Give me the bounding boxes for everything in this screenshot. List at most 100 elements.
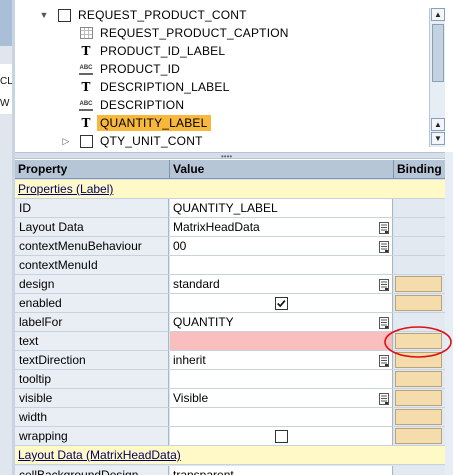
property-name: tooltip: [15, 370, 169, 389]
property-value[interactable]: [170, 294, 393, 313]
property-value[interactable]: standard: [170, 275, 393, 294]
property-name: design: [15, 275, 169, 294]
binding-cell: [394, 237, 445, 256]
binding-cell: [394, 256, 445, 275]
column-header-binding[interactable]: Binding: [394, 160, 445, 179]
property-value[interactable]: Visible: [170, 389, 393, 408]
property-value[interactable]: [170, 370, 393, 389]
section-header[interactable]: Layout Data (MatrixHeadData): [15, 446, 445, 465]
binding-button[interactable]: [395, 276, 442, 292]
splitter-grip-icon[interactable]: ••••: [221, 153, 232, 161]
scroll-up-icon[interactable]: ▲: [431, 8, 445, 21]
property-row[interactable]: tooltip: [15, 370, 445, 389]
property-row[interactable]: Layout Data MatrixHeadData: [15, 218, 445, 237]
property-value-text: inherit: [173, 353, 206, 367]
scrollbar-thumb[interactable]: [432, 24, 444, 82]
property-value[interactable]: QUANTITY: [170, 313, 393, 332]
property-value[interactable]: inherit: [170, 351, 393, 370]
binding-cell: [394, 218, 445, 237]
property-row[interactable]: ID QUANTITY_LABEL: [15, 199, 445, 218]
property-row[interactable]: text: [15, 332, 445, 351]
property-row[interactable]: visible Visible: [15, 389, 445, 408]
value-help-icon[interactable]: [379, 240, 389, 253]
property-row[interactable]: design standard: [15, 275, 445, 294]
tree-node-label: DESCRIPTION_LABEL: [100, 80, 230, 94]
binding-cell: [394, 294, 445, 313]
binding-cell: [394, 389, 445, 408]
property-row[interactable]: textDirection inherit: [15, 351, 445, 370]
property-value-text: Visible: [173, 391, 209, 405]
value-help-icon[interactable]: [379, 392, 389, 405]
binding-button[interactable]: [395, 295, 442, 311]
binding-button[interactable]: [395, 371, 442, 387]
value-help-icon[interactable]: [379, 221, 389, 234]
property-name: visible: [15, 389, 169, 408]
column-header-value[interactable]: Value: [170, 160, 394, 179]
property-value[interactable]: MatrixHeadData: [170, 218, 393, 237]
property-row[interactable]: wrapping: [15, 427, 445, 446]
tree-scrollbar[interactable]: ▲ ▲ ▼: [429, 8, 445, 147]
binding-button[interactable]: [395, 390, 442, 406]
property-value[interactable]: [170, 427, 393, 446]
tree-node[interactable]: T PRODUCT_ID_LABEL: [79, 42, 228, 60]
section-link[interactable]: Properties (Label): [18, 182, 113, 196]
checked-checkbox[interactable]: [275, 297, 288, 310]
property-value-text: QUANTITY: [173, 315, 234, 329]
properties-table: Property Value Binding Properties (Label…: [15, 160, 445, 475]
section-link[interactable]: Layout Data (MatrixHeadData): [18, 448, 181, 462]
container-icon: [79, 134, 93, 148]
properties-scrollbar[interactable]: [445, 152, 453, 475]
binding-button[interactable]: [395, 409, 442, 425]
tree-node-label: PRODUCT_ID_LABEL: [100, 44, 226, 58]
input-field-icon: ABC: [79, 99, 93, 111]
tree-node[interactable]: ABC DESCRIPTION: [79, 96, 187, 114]
property-value-text: MatrixHeadData: [173, 220, 260, 234]
property-row[interactable]: contextMenuBehaviour 00: [15, 237, 445, 256]
tree-node[interactable]: T DESCRIPTION_LABEL: [79, 78, 232, 96]
tree-node[interactable]: ABC PRODUCT_ID: [79, 60, 183, 78]
binding-cell: [394, 427, 445, 446]
pane-splitter-horizontal[interactable]: ••••: [15, 152, 445, 161]
property-value-text: standard: [173, 277, 220, 291]
property-value[interactable]: [170, 256, 393, 275]
column-header-property[interactable]: Property: [15, 160, 170, 179]
tree-node-selected[interactable]: T QUANTITY_LABEL: [79, 114, 211, 132]
left-pane-header: [0, 0, 12, 46]
caption-icon: [79, 27, 93, 39]
scroll-up-icon[interactable]: ▲: [431, 118, 445, 131]
property-name: wrapping: [15, 427, 169, 446]
property-name: text: [15, 332, 169, 351]
text-icon: T: [81, 44, 91, 58]
value-help-icon[interactable]: [379, 278, 389, 291]
expand-right-icon[interactable]: ▷: [61, 136, 71, 146]
tree-node-label: QUANTITY_LABEL: [97, 115, 211, 131]
tree-node[interactable]: ▼ REQUEST_PRODUCT_CONT: [39, 6, 250, 24]
tree-node[interactable]: REQUEST_PRODUCT_CAPTION: [79, 24, 292, 42]
property-row[interactable]: labelFor QUANTITY: [15, 313, 445, 332]
property-value-text: QUANTITY_LABEL: [173, 201, 278, 215]
property-name: contextMenuBehaviour: [15, 237, 169, 256]
property-value[interactable]: 00: [170, 237, 393, 256]
property-row[interactable]: cellBackgroundDesign transparent: [15, 466, 445, 475]
binding-button[interactable]: [395, 428, 442, 444]
scroll-down-icon[interactable]: ▼: [431, 132, 445, 145]
property-row[interactable]: contextMenuId: [15, 256, 445, 275]
section-header[interactable]: Properties (Label): [15, 180, 445, 199]
tree-node-label: PRODUCT_ID: [100, 62, 181, 76]
binding-cell: [394, 466, 445, 475]
property-name: contextMenuId: [15, 256, 169, 275]
property-value[interactable]: QUANTITY_LABEL: [170, 199, 393, 218]
checkbox[interactable]: [275, 430, 288, 443]
property-row[interactable]: width: [15, 408, 445, 427]
tree-node-label: QTY_UNIT_CONT: [100, 134, 203, 148]
property-value[interactable]: [170, 408, 393, 427]
binding-cell: [394, 408, 445, 427]
property-name: labelFor: [15, 313, 169, 332]
property-value[interactable]: [170, 332, 393, 351]
tree-node[interactable]: ▷ QTY_UNIT_CONT: [61, 132, 206, 150]
tree-node-label: REQUEST_PRODUCT_CONT: [78, 8, 247, 22]
property-row[interactable]: enabled: [15, 294, 445, 313]
property-name: Layout Data: [15, 218, 169, 237]
expand-down-icon[interactable]: ▼: [39, 10, 49, 20]
property-value[interactable]: transparent: [170, 466, 393, 475]
